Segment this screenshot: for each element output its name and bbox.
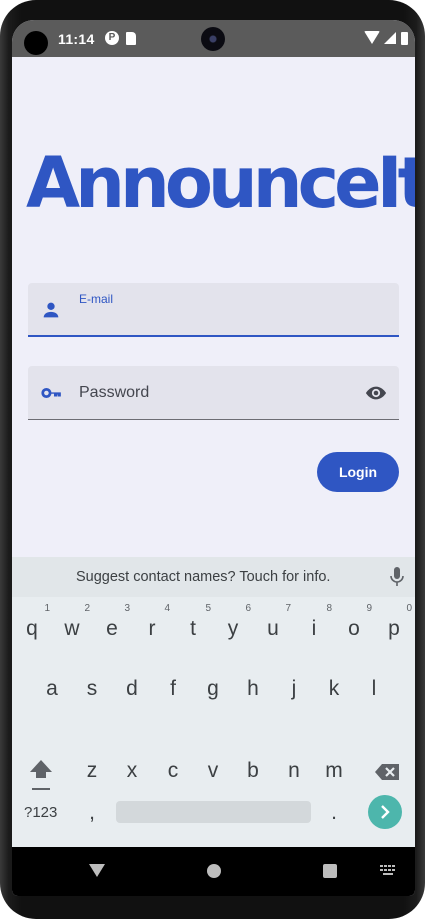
login-button[interactable]: Login [317, 452, 399, 492]
eye-icon[interactable] [365, 382, 387, 404]
key-i[interactable]: 8i [294, 603, 334, 641]
key-s[interactable]: s [72, 677, 112, 701]
status-time: 11:14 [58, 31, 95, 47]
app-logo: AnnounceIt. [26, 142, 415, 224]
shift-icon[interactable] [28, 758, 54, 792]
key-g[interactable]: g [193, 677, 233, 701]
key-l[interactable]: l [354, 677, 394, 701]
key-c[interactable]: c [153, 759, 193, 783]
sd-card-icon [126, 32, 136, 45]
key-icon [41, 387, 61, 399]
comma-key[interactable]: , [72, 801, 112, 825]
key-z[interactable]: z [72, 759, 112, 783]
key-n[interactable]: n [274, 759, 314, 783]
soft-keyboard: Suggest contact names? Touch for info. 1… [12, 557, 415, 847]
key-p[interactable]: 0p [374, 603, 414, 641]
key-a[interactable]: a [32, 677, 72, 701]
password-field[interactable]: Password [28, 366, 399, 420]
key-t[interactable]: 5t [173, 603, 213, 641]
cell-signal-icon [384, 32, 396, 44]
suggestion-strip[interactable]: Suggest contact names? Touch for info. [12, 557, 415, 597]
battery-icon [401, 32, 408, 45]
email-label: E-mail [79, 292, 114, 306]
key-m[interactable]: m [314, 759, 354, 783]
back-icon[interactable] [89, 864, 105, 877]
app-notification-icon: P [105, 31, 119, 45]
recents-icon[interactable] [323, 864, 337, 878]
screen: 11:14 P AnnounceIt. E-mail Pa [12, 20, 415, 896]
front-camera [201, 27, 225, 51]
period-key[interactable]: . [314, 801, 354, 825]
microphone-icon[interactable] [390, 567, 404, 587]
space-bar[interactable] [116, 801, 311, 823]
chevron-right-icon [381, 805, 390, 819]
wifi-icon [364, 31, 380, 44]
person-icon [43, 302, 59, 318]
backspace-icon[interactable] [374, 763, 400, 781]
home-icon[interactable] [207, 864, 221, 878]
password-label: Password [79, 384, 150, 401]
key-x[interactable]: x [112, 759, 152, 783]
keyboard-switch-icon[interactable] [380, 865, 396, 876]
key-d[interactable]: d [112, 677, 152, 701]
key-j[interactable]: j [274, 677, 314, 701]
enter-key[interactable] [368, 795, 402, 829]
key-r[interactable]: 4r [132, 603, 172, 641]
phone-frame: 11:14 P AnnounceIt. E-mail Pa [0, 0, 425, 919]
key-h[interactable]: h [233, 677, 273, 701]
key-w[interactable]: 2w [52, 603, 92, 641]
camera-hole [24, 31, 48, 55]
navigation-bar [12, 847, 415, 896]
key-y[interactable]: 6y [213, 603, 253, 641]
key-e[interactable]: 3e [92, 603, 132, 641]
suggestion-text: Suggest contact names? Touch for info. [76, 569, 331, 585]
key-u[interactable]: 7u [253, 603, 293, 641]
symbols-key[interactable]: ?123 [24, 804, 57, 821]
key-v[interactable]: v [193, 759, 233, 783]
key-k[interactable]: k [314, 677, 354, 701]
key-q[interactable]: 1q [12, 603, 52, 641]
key-o[interactable]: 9o [334, 603, 374, 641]
key-f[interactable]: f [153, 677, 193, 701]
email-field[interactable]: E-mail [28, 283, 399, 337]
key-b[interactable]: b [233, 759, 273, 783]
status-bar: 11:14 P [12, 20, 415, 57]
logo-text: AnnounceIt [26, 142, 415, 224]
